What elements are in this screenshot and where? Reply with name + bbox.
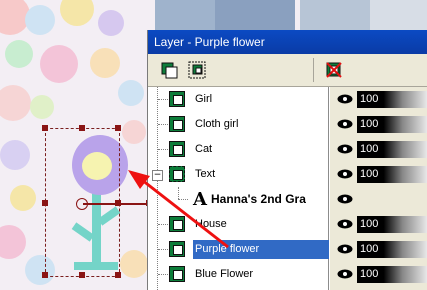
layer-name[interactable]: Purple flower <box>193 240 329 259</box>
raster-layer-icon <box>169 91 185 107</box>
background-dot <box>60 0 94 26</box>
delete-layer-icon <box>326 62 342 78</box>
tree-branch <box>158 124 168 125</box>
rotation-handle-line <box>83 203 153 205</box>
tree-branch <box>158 274 168 275</box>
background-dot <box>0 225 26 259</box>
visibility-eye-icon[interactable] <box>337 169 353 179</box>
tree-branch <box>158 149 168 150</box>
resize-handle-top-middle[interactable] <box>79 125 85 131</box>
opacity-slider[interactable]: 100 <box>357 91 427 108</box>
opacity-slider[interactable]: 100 <box>357 266 427 283</box>
background-dot <box>25 5 55 35</box>
background-dot <box>155 0 215 30</box>
palette-title[interactable]: Layer - Purple flower <box>148 30 427 54</box>
background-dot <box>90 48 120 78</box>
pivot-point[interactable] <box>76 198 88 210</box>
toolbar-separator <box>313 58 314 82</box>
background-dot <box>40 45 78 83</box>
background-dot <box>120 250 148 278</box>
layer-row-cat[interactable]: Cat 100 <box>147 137 427 162</box>
layer-name[interactable]: House <box>193 215 231 234</box>
layer-name[interactable]: Girl <box>193 90 216 109</box>
background-dot <box>10 185 36 211</box>
new-layer-group-button[interactable] <box>188 60 208 80</box>
opacity-slider[interactable]: 100 <box>357 116 427 133</box>
resize-handle-bottom-right[interactable] <box>115 272 121 278</box>
layer-row-girl[interactable]: Girl 100 <box>147 87 427 112</box>
tree-branch <box>158 224 168 225</box>
opacity-slider[interactable]: 100 <box>357 241 427 258</box>
raster-layer-icon <box>169 141 185 157</box>
layer-row-cloth-girl[interactable]: Cloth girl 100 <box>147 112 427 137</box>
layer-name[interactable]: Text <box>193 165 219 184</box>
layer-row-purple-flower[interactable]: Purple flower 100 <box>147 237 427 262</box>
palette-toolbar <box>148 54 427 87</box>
background-dot <box>118 80 144 106</box>
opacity-slider[interactable]: 100 <box>357 166 427 183</box>
resize-handle-bottom-left[interactable] <box>42 272 48 278</box>
background-dot <box>215 0 295 30</box>
resize-handle-top-right[interactable] <box>115 125 121 131</box>
visibility-eye-icon[interactable] <box>337 244 353 254</box>
delete-layer-button[interactable] <box>324 60 344 80</box>
background-dot <box>30 95 54 119</box>
background-dot <box>0 140 30 170</box>
visibility-eye-icon[interactable] <box>337 94 353 104</box>
layer-rows: Girl 100 Cloth girl 100 Cat 100 − Text 1… <box>147 87 427 290</box>
new-raster-layer-button[interactable] <box>160 60 180 80</box>
resize-handle-top-left[interactable] <box>42 125 48 131</box>
collapse-group-toggle[interactable]: − <box>152 170 163 181</box>
tree-branch <box>158 249 168 250</box>
tree-line <box>178 187 179 199</box>
background-dot <box>300 0 370 30</box>
background-dot <box>98 10 124 36</box>
resize-handle-middle-left[interactable] <box>42 200 48 206</box>
text-layer-icon: A <box>193 189 207 210</box>
background-dot <box>5 40 33 68</box>
layer-group-icon <box>188 61 206 79</box>
background-dot <box>370 0 427 30</box>
layer-group-icon <box>169 166 185 182</box>
layer-row-text-group[interactable]: − Text 100 <box>147 162 427 187</box>
tree-branch <box>178 199 188 200</box>
visibility-eye-icon[interactable] <box>337 144 353 154</box>
tree-branch <box>158 99 168 100</box>
layer-icon <box>161 62 178 79</box>
visibility-eye-icon[interactable] <box>337 269 353 279</box>
opacity-slider[interactable]: 100 <box>357 141 427 158</box>
layer-row-hanna-text[interactable]: A Hanna's 2nd Gra <box>147 187 427 212</box>
layer-row-house[interactable]: House 100 <box>147 212 427 237</box>
visibility-eye-icon[interactable] <box>337 119 353 129</box>
raster-layer-icon <box>169 266 185 282</box>
resize-handle-bottom-middle[interactable] <box>79 272 85 278</box>
layer-name[interactable]: Cloth girl <box>193 115 242 134</box>
layer-name[interactable]: Blue Flower <box>193 265 257 284</box>
background-dot <box>0 85 31 121</box>
visibility-eye-icon[interactable] <box>337 194 353 204</box>
raster-layer-icon <box>169 116 185 132</box>
layer-name[interactable]: Hanna's 2nd Gra <box>209 190 329 209</box>
raster-layer-icon <box>169 216 185 232</box>
layer-row-blue-flower[interactable]: Blue Flower 100 <box>147 262 427 287</box>
background-dot <box>122 120 146 144</box>
visibility-eye-icon[interactable] <box>337 219 353 229</box>
opacity-slider[interactable]: 100 <box>357 216 427 233</box>
layer-name[interactable]: Cat <box>193 140 216 159</box>
raster-layer-icon <box>169 241 185 257</box>
